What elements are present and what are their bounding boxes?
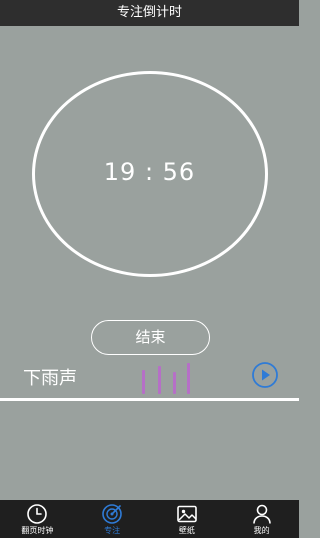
visualizer-bar: [173, 372, 176, 394]
nav-item-focus[interactable]: 专注: [75, 500, 150, 538]
clock-icon: [27, 504, 48, 524]
nav-label: 专注: [104, 526, 121, 535]
sound-name: 下雨声: [23, 368, 77, 389]
sound-visualizer: [142, 363, 190, 394]
nav-label: 翻页时钟: [21, 526, 54, 535]
play-icon[interactable]: [251, 361, 279, 389]
visualizer-bar: [158, 366, 161, 394]
visualizer-bar: [187, 363, 190, 394]
nav-item-wallpaper[interactable]: 壁纸: [150, 500, 225, 538]
nav-item-flip-clock[interactable]: 翻页时钟: [0, 500, 75, 538]
bottom-nav: 翻页时钟 专注 壁纸 我的: [0, 500, 299, 538]
end-button[interactable]: 结束: [91, 320, 210, 355]
target-icon: [102, 504, 122, 524]
title-bar: 专注倒计时: [0, 0, 299, 26]
person-icon: [252, 504, 271, 524]
nav-label: 壁纸: [178, 526, 195, 535]
page-title: 专注倒计时: [116, 5, 182, 20]
nav-item-profile[interactable]: 我的: [224, 500, 299, 538]
visualizer-bar: [142, 370, 145, 394]
timer-display: 19 : 56: [103, 158, 196, 186]
nav-label: 我的: [253, 526, 270, 535]
divider: [0, 398, 299, 401]
image-icon: [177, 505, 197, 523]
